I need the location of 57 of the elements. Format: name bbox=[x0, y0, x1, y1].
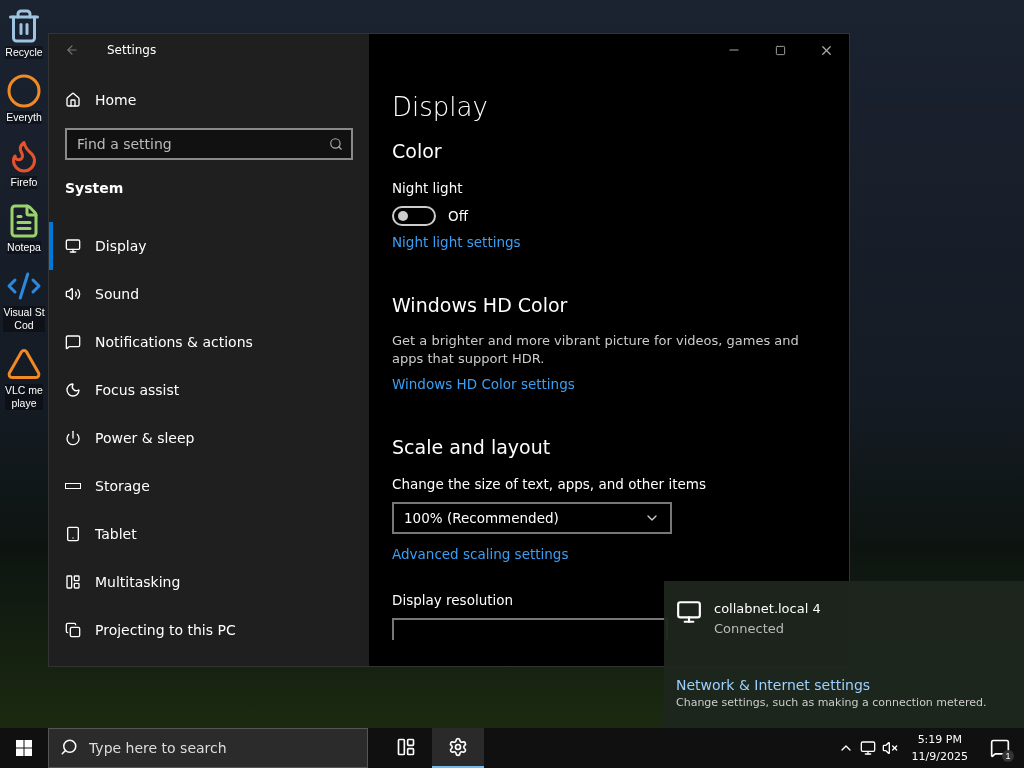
settings-link[interactable]: Windows HD Color settings bbox=[392, 374, 575, 394]
desktop-icon-label: Visual St Cod bbox=[3, 306, 45, 332]
desktop-icon-label: VLC me playe bbox=[5, 384, 43, 410]
monitor-icon bbox=[65, 238, 81, 254]
search-icon bbox=[60, 738, 78, 756]
home-link[interactable]: Home bbox=[95, 92, 137, 108]
speaker-icon bbox=[65, 286, 81, 302]
storage-icon bbox=[65, 483, 81, 489]
app-icon[interactable] bbox=[6, 8, 42, 44]
desktop-icon-label: Everyth bbox=[6, 111, 42, 124]
settings-link[interactable]: Night light settings bbox=[392, 232, 521, 252]
settings-link[interactable]: Advanced scaling settings bbox=[392, 544, 569, 564]
toggle-state: Off bbox=[448, 208, 468, 224]
desktop-icon-label: Firefo bbox=[10, 176, 38, 189]
setting-label: Display resolution bbox=[392, 591, 514, 610]
notification-count: 1 bbox=[1002, 750, 1014, 762]
network-status: Connected bbox=[714, 620, 785, 638]
settings-app-button[interactable] bbox=[432, 728, 484, 768]
monitor-icon bbox=[859, 740, 876, 756]
power-icon bbox=[65, 430, 81, 446]
section-title: System bbox=[64, 179, 125, 196]
muted-speaker-icon bbox=[881, 740, 898, 756]
app-icon[interactable] bbox=[6, 346, 42, 382]
page-title: Display bbox=[392, 91, 489, 124]
setting-label: Change the size of text, apps, and other items bbox=[392, 475, 706, 494]
app-icon[interactable] bbox=[6, 73, 42, 109]
setting-description: Get a brighter and more vibrant picture for videos, games and apps that support HDR. bbox=[392, 332, 800, 368]
tablet-icon bbox=[65, 526, 81, 542]
ethernet-icon bbox=[676, 599, 702, 625]
notifications-button[interactable]: 1 bbox=[982, 728, 1018, 768]
toggle-switch[interactable] bbox=[392, 206, 436, 226]
link-description: Change settings, such as making a connection metered. bbox=[676, 696, 988, 709]
clock[interactable]: 5:19 PM 11/9/2025 bbox=[903, 731, 976, 765]
gear-icon bbox=[448, 737, 468, 757]
dropdown[interactable]: 100% (Recommended) bbox=[392, 502, 672, 534]
back-icon[interactable] bbox=[65, 43, 79, 57]
search-field[interactable]: Find a setting bbox=[65, 128, 353, 160]
section-heading: Scale and layout bbox=[392, 435, 552, 460]
desktop-icon-label: Recycle bbox=[5, 46, 43, 59]
moon-icon bbox=[65, 382, 81, 398]
message-icon bbox=[990, 738, 1010, 758]
multitasking-icon bbox=[65, 574, 81, 590]
network-name[interactable]: collabnet.local 4 bbox=[714, 599, 821, 619]
taskbar-search-field[interactable]: Type here to search bbox=[48, 728, 368, 768]
projecting-icon bbox=[65, 622, 81, 638]
search-icon bbox=[329, 137, 343, 151]
network-settings-link[interactable]: Network & Internet settings bbox=[676, 677, 1024, 693]
section-heading: Color bbox=[392, 139, 443, 164]
message-icon bbox=[65, 334, 81, 350]
section-heading: Windows HD Color bbox=[392, 293, 569, 318]
maximize-icon bbox=[774, 44, 786, 56]
task-view-icon bbox=[396, 737, 416, 757]
setting-label: Night light bbox=[392, 179, 463, 198]
window-title: Settings bbox=[107, 43, 157, 57]
home-icon bbox=[65, 92, 81, 108]
desktop-icon-label: Notepa bbox=[7, 241, 41, 254]
windows-logo-icon bbox=[16, 740, 32, 756]
